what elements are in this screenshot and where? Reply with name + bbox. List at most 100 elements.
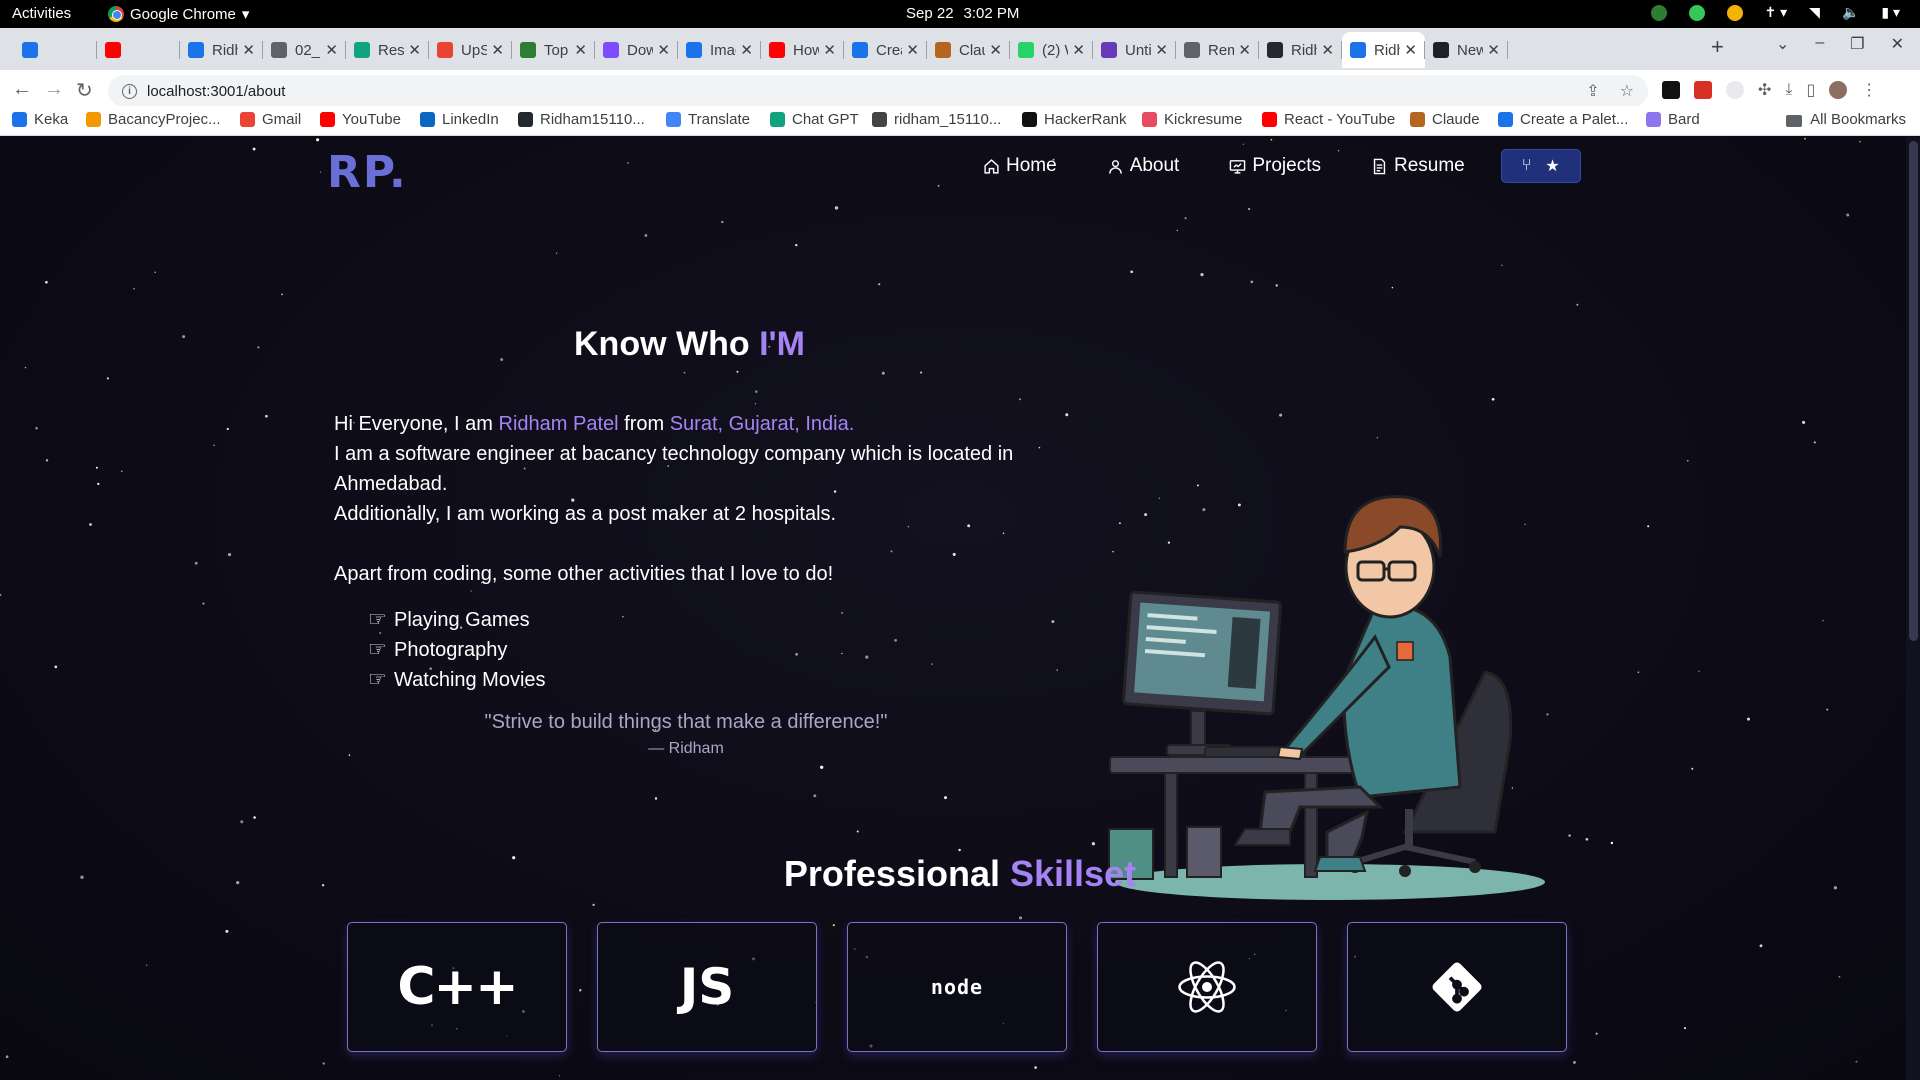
sync-icon[interactable] [1688, 4, 1705, 21]
extension-red-icon[interactable] [1694, 81, 1712, 99]
tab-close-icon[interactable]: ✕ [1155, 41, 1168, 59]
browser-tab[interactable]: (2) W✕ [1010, 32, 1093, 68]
site-logo[interactable]: RP. [327, 147, 408, 198]
star-dot [45, 459, 49, 462]
scrollbar-thumb[interactable] [1909, 141, 1918, 641]
all-bookmarks-button[interactable]: All Bookmarks [1786, 111, 1906, 128]
share-icon[interactable]: ⇪ [1586, 81, 1599, 101]
extension-circle-icon[interactable] [1726, 81, 1744, 99]
browser-tab[interactable]: Ridha✕ [1259, 32, 1342, 68]
tab-close-icon[interactable]: ✕ [989, 41, 1002, 59]
browser-tab[interactable] [14, 32, 97, 68]
tab-close-icon[interactable]: ✕ [242, 41, 255, 59]
tab-close-icon[interactable]: ✕ [574, 41, 587, 59]
github-fork-star-button[interactable]: ⑂ ★ [1500, 149, 1581, 183]
intro-prefix: Hi Everyone, I am [334, 413, 493, 435]
tray-app-icon[interactable] [1650, 4, 1667, 21]
side-panel-icon[interactable]: ▯ [1806, 80, 1815, 100]
browser-tab[interactable]: Resol✕ [346, 32, 429, 68]
system-tray[interactable]: ✝ ▾ ◥ 🔈 ▮ ▾ [1650, 4, 1900, 21]
bookmark-item[interactable]: YouTube [320, 111, 401, 128]
menu-kebab-icon[interactable]: ⋮ [1861, 80, 1877, 100]
star-dot [856, 830, 859, 833]
bookmark-item[interactable]: Claude [1410, 111, 1480, 128]
tab-close-icon[interactable]: ✕ [740, 41, 753, 59]
app-menu[interactable]: Google Chrome ▾ [108, 5, 249, 23]
reload-icon[interactable]: ↻ [76, 78, 93, 103]
bookmark-item[interactable]: BacancyProjec... [86, 111, 221, 128]
app-name: Google Chrome [130, 5, 236, 23]
nav-home[interactable]: Home [983, 155, 1057, 177]
browser-tab[interactable]: Untit✕ [1093, 32, 1176, 68]
forward-arrow-icon[interactable]: → [44, 78, 64, 101]
browser-tab[interactable]: Ridha✕ [180, 32, 263, 68]
extension-fd-icon[interactable] [1662, 81, 1680, 99]
bookmark-item[interactable]: Bard [1646, 111, 1700, 128]
bookmark-item[interactable]: Chat GPT [770, 111, 859, 128]
bookmark-item[interactable]: Kickresume [1142, 111, 1242, 128]
browser-tab[interactable]: How ✕ [761, 32, 844, 68]
weather-icon[interactable] [1726, 4, 1743, 21]
tab-close-icon[interactable]: ✕ [1404, 41, 1417, 59]
site-info-icon[interactable]: i [122, 83, 137, 99]
browser-tab[interactable]: Ridha✕ [1342, 32, 1425, 68]
minimize-icon[interactable]: – [1815, 34, 1824, 54]
about-heading-accent: I'M [759, 325, 805, 363]
tab-close-icon[interactable]: ✕ [657, 41, 670, 59]
tab-search-icon[interactable]: ⌄ [1776, 34, 1789, 54]
browser-tab[interactable]: New ✕ [1425, 32, 1508, 68]
profile-avatar[interactable] [1829, 81, 1848, 99]
restore-icon[interactable]: ❐ [1850, 34, 1864, 54]
close-window-icon[interactable]: ✕ [1891, 34, 1904, 54]
nav-resume[interactable]: Resume [1371, 155, 1465, 177]
page-scrollbar[interactable] [1906, 137, 1920, 1080]
bookmark-item[interactable]: Ridham15110... [518, 111, 645, 128]
browser-tab[interactable]: UpSk✕ [429, 32, 512, 68]
bookmark-item[interactable]: ridham_15110... [872, 111, 1001, 128]
nav-about[interactable]: About [1107, 155, 1179, 177]
clock[interactable]: Sep 22 3:02 PM [906, 5, 1019, 22]
tab-close-icon[interactable]: ✕ [408, 41, 421, 59]
bookmark-item[interactable]: HackerRank [1022, 111, 1127, 128]
browser-tab[interactable]: Top 1✕ [512, 32, 595, 68]
battery-icon[interactable]: ▮ ▾ [1881, 4, 1900, 21]
browser-tab[interactable]: Remo✕ [1176, 32, 1259, 68]
tab-close-icon[interactable]: ✕ [1321, 41, 1334, 59]
user-icon [1108, 159, 1122, 174]
new-tab-button[interactable]: + [1711, 34, 1724, 60]
accessibility-icon[interactable]: ✝ ▾ [1765, 4, 1788, 21]
bookmark-star-icon[interactable]: ☆ [1620, 81, 1634, 101]
nav-projects[interactable]: Projects [1229, 155, 1321, 177]
tab-close-icon[interactable]: ✕ [1238, 41, 1251, 59]
url-text[interactable]: localhost:3001/about [147, 83, 285, 100]
bookmark-item[interactable]: React - YouTube [1262, 111, 1395, 128]
volume-icon[interactable]: 🔈 [1842, 4, 1859, 21]
browser-tab[interactable]: Dowr✕ [595, 32, 678, 68]
tab-close-icon[interactable]: ✕ [1072, 41, 1085, 59]
tab-close-icon[interactable]: ✕ [1487, 41, 1500, 59]
star-dot [820, 765, 824, 769]
bookmark-item[interactable]: Gmail [240, 111, 301, 128]
tab-close-icon[interactable]: ✕ [491, 41, 504, 59]
back-arrow-icon[interactable]: ← [12, 78, 32, 101]
tab-close-icon[interactable]: ✕ [325, 41, 338, 59]
bookmark-item[interactable]: LinkedIn [420, 111, 499, 128]
bookmark-item[interactable]: Create a Palet... [1498, 111, 1628, 128]
tab-close-icon[interactable]: ✕ [906, 41, 919, 59]
star-dot [721, 220, 724, 224]
star-dot [54, 665, 58, 669]
bookmark-item[interactable]: Translate [666, 111, 750, 128]
bookmark-item[interactable]: Keka [12, 111, 68, 128]
browser-tab[interactable]: Creat✕ [844, 32, 927, 68]
browser-tab[interactable]: 02_Ri✕ [263, 32, 346, 68]
wifi-icon[interactable]: ◥ [1809, 4, 1820, 21]
download-icon[interactable]: ⤓ [1785, 81, 1792, 99]
address-bar[interactable]: i localhost:3001/about ⇪ ☆ [108, 75, 1648, 107]
browser-tab[interactable]: Clauc✕ [927, 32, 1010, 68]
browser-tab[interactable]: Imag✕ [678, 32, 761, 68]
browser-tab[interactable] [97, 32, 180, 68]
puzzle-icon[interactable]: ✣ [1758, 80, 1771, 100]
activities-button[interactable]: Activities [12, 5, 71, 22]
tab-close-icon[interactable]: ✕ [823, 41, 836, 59]
tab-title: New [1457, 41, 1484, 59]
